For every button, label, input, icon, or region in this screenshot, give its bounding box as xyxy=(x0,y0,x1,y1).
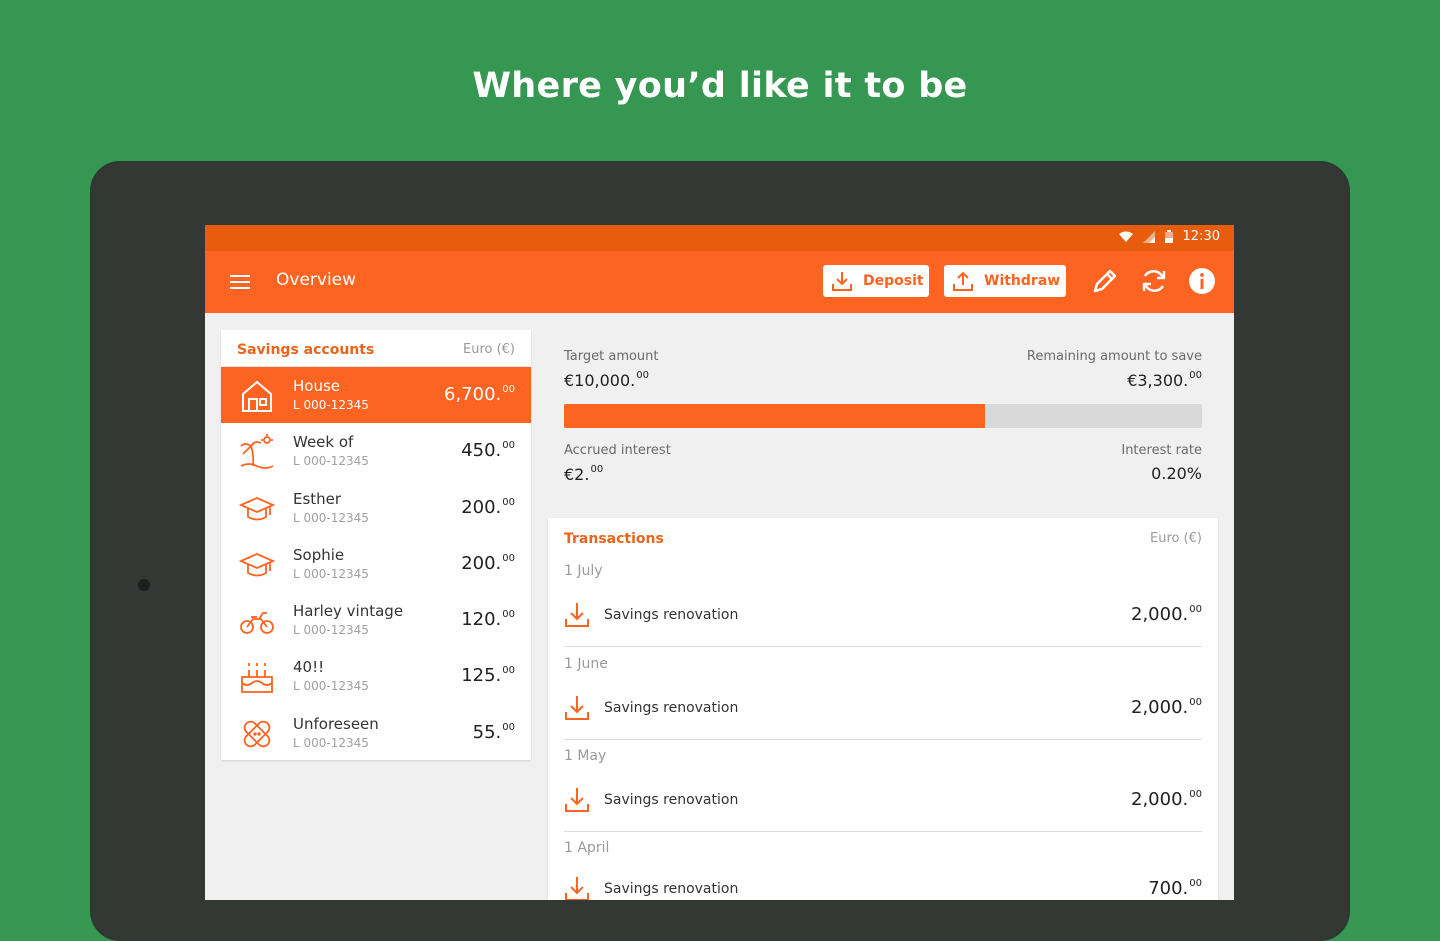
savings-accounts-header: Savings accounts Euro (€) xyxy=(221,330,531,367)
transaction-row[interactable]: Savings renovation 700.00 xyxy=(564,864,1202,900)
account-name: Harley vintage xyxy=(293,602,403,620)
transaction-date: 1 May xyxy=(564,748,606,764)
house-icon xyxy=(239,378,275,414)
app-screen: 12:30 Overview Deposit Withdraw Savings … xyxy=(205,225,1234,900)
savings-target-panel: Target amount €10,000.00 Remaining amoun… xyxy=(548,330,1218,508)
signal-icon xyxy=(1143,231,1155,243)
account-name: Esther xyxy=(293,490,341,508)
interest-rate-value: 0.20% xyxy=(1151,464,1202,483)
account-balance: 200.00 xyxy=(461,553,515,574)
deposit-button[interactable]: Deposit xyxy=(823,265,929,297)
page-title: Overview xyxy=(276,270,356,290)
account-row[interactable]: Esther L 000-12345 200.00 xyxy=(221,480,531,536)
deposit-icon xyxy=(564,876,590,900)
account-number: L 000-12345 xyxy=(293,398,369,412)
account-name: Unforeseen xyxy=(293,715,379,733)
info-icon[interactable] xyxy=(1187,266,1217,296)
account-row[interactable]: 40!! L 000-12345 125.00 xyxy=(221,648,531,704)
battery-icon xyxy=(1165,230,1173,243)
account-balance: 120.00 xyxy=(461,609,515,630)
account-row[interactable]: Week of L 000-12345 450.00 xyxy=(221,423,531,479)
transaction-amount: 2,000.00 xyxy=(1131,604,1202,625)
deposit-icon xyxy=(831,270,853,292)
beach-icon xyxy=(239,434,275,470)
target-amount-value: €10,000.00 xyxy=(564,370,649,390)
status-time: 12:30 xyxy=(1183,229,1220,244)
menu-icon[interactable] xyxy=(229,271,251,293)
account-number: L 000-12345 xyxy=(293,679,369,693)
transactions-title: Transactions xyxy=(564,531,664,547)
account-row[interactable]: Harley vintage L 000-12345 120.00 xyxy=(221,592,531,648)
transactions-panel: Transactions Euro (€) 1 July Savings ren… xyxy=(548,518,1218,900)
tablet-camera xyxy=(138,579,150,591)
account-number: L 000-12345 xyxy=(293,736,369,750)
account-balance: 55.00 xyxy=(473,722,515,743)
marketing-headline: Where you’d like it to be xyxy=(0,66,1440,106)
cake-icon xyxy=(239,659,275,695)
accrued-interest-value: €2.00 xyxy=(564,464,603,484)
transaction-row[interactable]: Savings renovation 2,000.00 xyxy=(564,775,1202,832)
account-number: L 000-12345 xyxy=(293,511,369,525)
account-balance: 450.00 xyxy=(461,440,515,461)
account-name: House xyxy=(293,377,340,395)
transaction-amount: 2,000.00 xyxy=(1131,789,1202,810)
wifi-icon xyxy=(1119,231,1133,243)
account-name: Week of xyxy=(293,433,353,451)
bandage-icon xyxy=(239,716,275,752)
transaction-description: Savings renovation xyxy=(604,792,738,808)
transaction-amount: 700.00 xyxy=(1148,878,1202,899)
account-name: Sophie xyxy=(293,546,344,564)
remaining-amount-value: €3,300.00 xyxy=(1127,370,1202,390)
account-row[interactable]: Unforeseen L 000-12345 55.00 xyxy=(221,705,531,761)
account-balance: 125.00 xyxy=(461,665,515,686)
deposit-icon xyxy=(564,602,590,628)
deposit-label: Deposit xyxy=(863,273,924,289)
transaction-description: Savings renovation xyxy=(604,607,738,623)
account-row[interactable]: House L 000-12345 6,700.00 xyxy=(221,367,531,423)
account-row[interactable]: Sophie L 000-12345 200.00 xyxy=(221,536,531,592)
graduation-cap-icon xyxy=(239,491,275,527)
transaction-date: 1 June xyxy=(564,656,608,672)
transaction-row[interactable]: Savings renovation 2,000.00 xyxy=(564,590,1202,647)
withdraw-icon xyxy=(952,270,974,292)
withdraw-button[interactable]: Withdraw xyxy=(944,265,1066,297)
interest-rate-label: Interest rate xyxy=(1121,443,1202,458)
savings-progress-bar xyxy=(564,404,1202,428)
savings-accounts-panel: Savings accounts Euro (€) House L 000-12… xyxy=(221,330,531,760)
account-number: L 000-12345 xyxy=(293,567,369,581)
accrued-interest-label: Accrued interest xyxy=(564,443,671,458)
refresh-icon[interactable] xyxy=(1139,266,1169,296)
savings-accounts-currency: Euro (€) xyxy=(463,342,515,357)
account-name: 40!! xyxy=(293,658,324,676)
graduation-cap-icon xyxy=(239,547,275,583)
account-balance: 6,700.00 xyxy=(444,384,515,405)
motorcycle-icon xyxy=(239,603,275,639)
target-amount-label: Target amount xyxy=(564,349,659,364)
transaction-row[interactable]: Savings renovation 2,000.00 xyxy=(564,683,1202,740)
edit-icon[interactable] xyxy=(1090,266,1120,296)
account-balance: 200.00 xyxy=(461,497,515,518)
transactions-currency: Euro (€) xyxy=(1150,531,1202,546)
withdraw-label: Withdraw xyxy=(984,273,1060,289)
account-number: L 000-12345 xyxy=(293,623,369,637)
savings-accounts-title: Savings accounts xyxy=(237,342,374,358)
transaction-amount: 2,000.00 xyxy=(1131,697,1202,718)
app-bar: Overview Deposit Withdraw xyxy=(205,251,1234,313)
savings-progress-fill xyxy=(564,404,985,428)
transaction-description: Savings renovation xyxy=(604,881,738,897)
transaction-description: Savings renovation xyxy=(604,700,738,716)
account-number: L 000-12345 xyxy=(293,454,369,468)
transaction-date: 1 July xyxy=(564,563,603,579)
deposit-icon xyxy=(564,695,590,721)
remaining-amount-label: Remaining amount to save xyxy=(1027,349,1202,364)
deposit-icon xyxy=(564,787,590,813)
status-bar: 12:30 xyxy=(205,225,1234,251)
transaction-date: 1 April xyxy=(564,840,609,856)
